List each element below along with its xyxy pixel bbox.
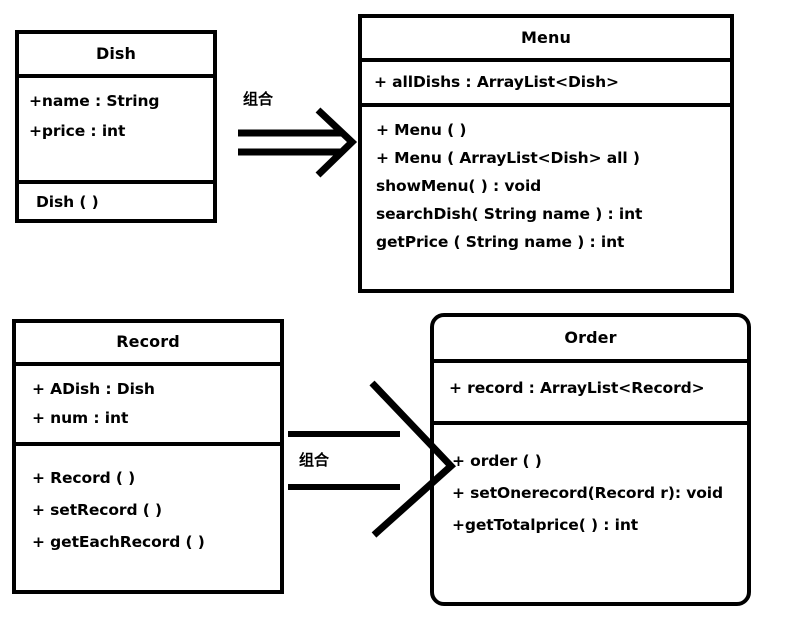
class-operations-section-menu: + Menu ( ) + Menu ( ArrayList<Dish> all … — [362, 103, 730, 293]
attribute-row: + record : ArrayList<Record> — [449, 379, 705, 397]
attribute-row: + allDishs : ArrayList<Dish> — [374, 73, 619, 91]
class-box-record[interactable]: Record + ADish : Dish + num : int + Reco… — [12, 319, 284, 594]
relation-dish-to-menu[interactable]: 组合 — [230, 88, 360, 178]
class-attributes-section-dish: +name : String +price : int — [19, 74, 213, 180]
operation-row: + setRecord ( ) — [32, 501, 163, 519]
class-title-section-menu: Menu — [362, 18, 730, 58]
operation-row: + Record ( ) — [32, 469, 136, 487]
class-name-dish: Dish — [95, 44, 137, 63]
class-operations-section-record: + Record ( ) + setRecord ( ) + getEachRe… — [16, 442, 280, 594]
attribute-row: + ADish : Dish — [32, 380, 155, 398]
attribute-row: +name : String — [29, 92, 160, 110]
class-attributes-section-order: + record : ArrayList<Record> — [434, 359, 747, 421]
class-name-record: Record — [116, 332, 180, 351]
operation-row: + order ( ) — [452, 452, 542, 470]
class-box-order[interactable]: Order + record : ArrayList<Record> + ord… — [430, 313, 751, 606]
operation-row: + getEachRecord ( ) — [32, 533, 205, 551]
relation-label-record-order: 组合 — [299, 451, 330, 469]
class-name-order: Order — [564, 328, 617, 347]
class-attributes-section-menu: + allDishs : ArrayList<Dish> — [362, 58, 730, 103]
operation-row: Dish ( ) — [36, 193, 99, 211]
uml-diagram-canvas: Dish +name : String +price : int Dish ( … — [0, 0, 798, 644]
class-box-menu[interactable]: Menu + allDishs : ArrayList<Dish> + Menu… — [358, 14, 734, 293]
operation-row: + Menu ( ArrayList<Dish> all ) — [376, 149, 640, 167]
class-title-section-record: Record — [16, 323, 280, 362]
class-title-section-dish: Dish — [19, 34, 213, 74]
class-title-section-order: Order — [434, 317, 747, 359]
class-box-dish[interactable]: Dish +name : String +price : int Dish ( … — [15, 30, 217, 223]
relation-record-to-order[interactable]: 组合 — [288, 378, 458, 543]
class-operations-section-dish: Dish ( ) — [19, 180, 213, 219]
operation-row: + setOnerecord(Record r): void — [452, 484, 723, 502]
class-attributes-section-record: + ADish : Dish + num : int — [16, 362, 280, 442]
operation-row: + Menu ( ) — [376, 121, 467, 139]
attribute-row: + num : int — [32, 409, 129, 427]
operation-row: +getTotalprice( ) : int — [452, 516, 639, 534]
class-name-menu: Menu — [521, 28, 571, 47]
operation-row: getPrice ( String name ) : int — [376, 233, 625, 251]
attribute-row: +price : int — [29, 122, 126, 140]
class-operations-section-order: + order ( ) + setOnerecord(Record r): vo… — [434, 421, 747, 606]
operation-row: showMenu( ) : void — [376, 177, 542, 195]
relation-label-dish-menu: 组合 — [243, 90, 274, 108]
operation-row: searchDish( String name ) : int — [376, 205, 643, 223]
